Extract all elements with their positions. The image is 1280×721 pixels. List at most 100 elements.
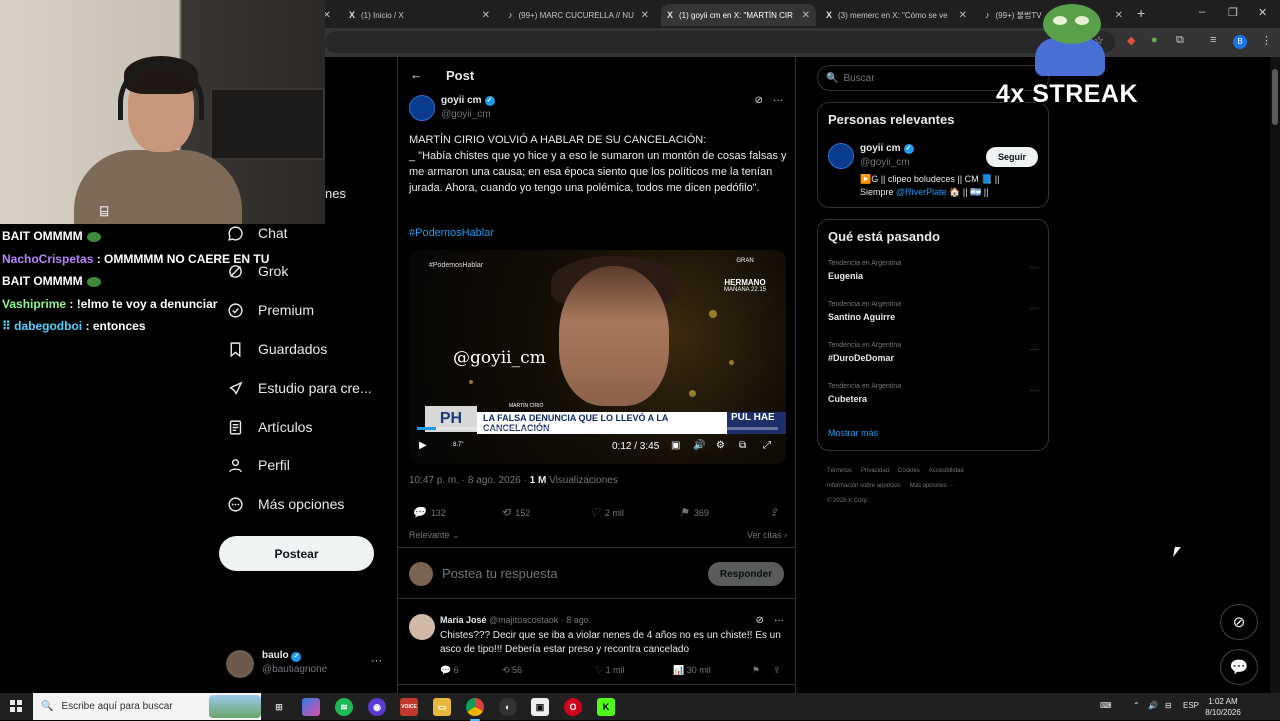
new-tab-button[interactable]: + bbox=[1137, 5, 1145, 21]
tab-close-icon[interactable]: ✕ bbox=[641, 10, 649, 21]
more-icon[interactable]: ··· bbox=[371, 655, 382, 667]
hashtag-link[interactable]: #PodemosHablar bbox=[409, 227, 494, 239]
chrome-icon[interactable] bbox=[466, 698, 484, 721]
grok-icon[interactable]: ⊘ bbox=[756, 615, 764, 626]
spotify-icon[interactable]: ≋ bbox=[335, 698, 353, 716]
footer-link[interactable]: Términos bbox=[827, 468, 852, 474]
sidebar-item-perfil[interactable]: Perfil bbox=[226, 450, 290, 480]
more-icon[interactable]: ··· bbox=[1029, 344, 1038, 354]
footer-link[interactable]: Información sobre anuncios bbox=[827, 483, 901, 489]
views-button[interactable]: 📊 30 mil bbox=[673, 665, 711, 676]
obs-icon[interactable]: ◐ bbox=[499, 698, 517, 716]
back-arrow-icon[interactable]: ← bbox=[410, 67, 423, 82]
extension-icon[interactable]: ● bbox=[1151, 34, 1158, 46]
messages-fab-button[interactable]: 💬 bbox=[1220, 649, 1258, 685]
avatar[interactable] bbox=[409, 614, 435, 640]
video-player[interactable]: #PodemosHablar GRAN HERMANO MAÑANA 22.15 @… bbox=[409, 250, 786, 464]
fullscreen-icon[interactable]: ⤢ bbox=[763, 440, 771, 451]
postear-button[interactable]: Postear bbox=[219, 536, 374, 571]
extension-icon[interactable]: ◆ bbox=[1127, 34, 1135, 47]
reading-list-icon[interactable]: ≡ bbox=[1210, 34, 1216, 46]
picture-in-picture-icon[interactable]: ⧉ bbox=[739, 440, 746, 451]
more-icon[interactable]: ··· bbox=[773, 95, 783, 106]
tab-tiktok[interactable]: ♪ (99+) MARC CUCURELLA // NU ✕ bbox=[502, 4, 655, 26]
taskbar-clock[interactable]: 1:02 AM 8/10/2026 bbox=[1196, 696, 1250, 718]
share-button[interactable]: ⇪ bbox=[769, 506, 778, 519]
account-switcher[interactable]: baulo ✓ @bautiagnone ··· bbox=[226, 647, 386, 681]
author-handle[interactable]: @goyii_cm bbox=[441, 109, 491, 120]
tab-close-icon[interactable]: ✕ bbox=[959, 10, 967, 21]
settings-gear-icon[interactable]: ⚙ bbox=[716, 440, 725, 451]
file-explorer-icon[interactable]: ▭ bbox=[433, 698, 451, 716]
tab-close-icon[interactable]: ✕ bbox=[482, 10, 490, 21]
avatar[interactable] bbox=[828, 143, 854, 169]
bookmark-button[interactable]: ⚑ 369 bbox=[679, 506, 709, 519]
trend-item[interactable]: Tendencia en Argentina Eugenia ··· bbox=[828, 260, 1040, 281]
repost-button[interactable]: ⟲ 152 bbox=[501, 506, 530, 519]
task-view-icon[interactable]: ⊞ bbox=[270, 698, 288, 716]
tab-memerc[interactable]: X (3) memerc en X: "Cómo se ve ✕ bbox=[820, 4, 973, 26]
sidebar-item-guardados[interactable]: Guardados bbox=[226, 334, 327, 364]
mention-link[interactable]: @RiverPlate bbox=[896, 187, 947, 197]
network-icon[interactable]: ⊟ bbox=[1165, 701, 1172, 710]
tab-partial[interactable]: ✕ bbox=[325, 4, 337, 26]
video-progress-bar[interactable] bbox=[417, 427, 778, 430]
taskbar-search-input[interactable]: 🔍 Escribe aquí para buscar bbox=[33, 693, 261, 720]
reply-post[interactable]: María José @majitoacostaok · 8 ago. ⊘ ···… bbox=[398, 605, 796, 685]
app-icon[interactable]: ▣ bbox=[531, 698, 549, 716]
keyboard-icon[interactable]: ⌨ bbox=[1100, 701, 1112, 710]
tab-close-icon[interactable]: ✕ bbox=[1115, 10, 1123, 21]
reply-button[interactable]: 💬 6 bbox=[440, 665, 459, 676]
windows-start-icon[interactable] bbox=[10, 700, 22, 712]
like-button[interactable]: ♡ 2 mil bbox=[590, 506, 624, 519]
page-scrollbar[interactable] bbox=[1270, 57, 1280, 693]
more-icon[interactable]: ··· bbox=[1029, 303, 1038, 313]
grok-fab-button[interactable]: ⊘ bbox=[1220, 604, 1258, 640]
trend-item[interactable]: Tendencia en Argentina Santino Aguirre ··· bbox=[828, 301, 1040, 322]
show-more-link[interactable]: Mostrar más bbox=[828, 428, 878, 438]
seguir-button[interactable]: Seguir bbox=[986, 147, 1038, 167]
author-name[interactable]: goyii cm ✓ bbox=[441, 95, 495, 106]
sidebar-item-mas-opciones[interactable]: Más opciones bbox=[226, 489, 344, 519]
footer-link[interactable]: Más opciones ··· bbox=[910, 483, 955, 489]
browser-menu-icon[interactable]: ⋮ bbox=[1261, 34, 1272, 47]
reply-button[interactable]: 💬 132 bbox=[412, 506, 446, 519]
author-avatar[interactable] bbox=[409, 95, 435, 121]
sidebar-item-estudio[interactable]: Estudio para cre... bbox=[226, 373, 372, 403]
person-handle[interactable]: @goyii_cm bbox=[860, 157, 910, 168]
tab-close-icon[interactable]: ✕ bbox=[325, 10, 331, 21]
volume-icon[interactable]: 🔊 bbox=[1148, 701, 1158, 710]
more-icon[interactable]: ··· bbox=[774, 615, 784, 626]
bookmark-icon[interactable]: ⚑ bbox=[752, 665, 760, 676]
trend-item[interactable]: Tendencia en Argentina Cubetera ··· bbox=[828, 383, 1040, 404]
volume-icon[interactable]: 🔊 bbox=[693, 440, 705, 451]
like-button[interactable]: ♡ 1 mil bbox=[595, 665, 625, 676]
view-quotes-link[interactable]: Ver citas › bbox=[747, 530, 787, 540]
extensions-puzzle-icon[interactable]: ⧉ bbox=[1176, 34, 1184, 47]
sidebar-item-articulos[interactable]: Artículos bbox=[226, 412, 312, 442]
captions-icon[interactable]: ▣ bbox=[671, 440, 680, 451]
footer-link[interactable]: Privacidad bbox=[861, 468, 889, 474]
tab-inicio[interactable]: X (1) Inicio / X ✕ bbox=[343, 4, 496, 26]
discord-icon[interactable]: ◉ bbox=[368, 698, 386, 716]
copilot-icon[interactable] bbox=[302, 698, 320, 716]
repost-button[interactable]: ⟲ 56 bbox=[502, 665, 522, 676]
sort-dropdown[interactable]: Relevante ⌄ bbox=[409, 530, 460, 540]
more-icon[interactable]: ··· bbox=[1029, 385, 1038, 395]
play-icon[interactable]: ▶ bbox=[419, 440, 427, 451]
scrollbar-thumb[interactable] bbox=[1272, 69, 1278, 125]
profile-avatar[interactable]: B bbox=[1233, 35, 1247, 49]
kick-icon[interactable]: K bbox=[597, 698, 615, 716]
person-name[interactable]: goyii cm ✓ bbox=[860, 143, 914, 154]
maximize-button[interactable]: ❐ bbox=[1228, 6, 1238, 19]
address-bar[interactable] bbox=[325, 31, 1115, 53]
responder-button[interactable]: Responder bbox=[708, 562, 784, 586]
reply-input[interactable]: Postea tu respuesta bbox=[442, 566, 558, 581]
share-icon[interactable]: ⇪ bbox=[773, 665, 781, 676]
close-window-button[interactable]: ✕ bbox=[1258, 6, 1267, 19]
footer-link[interactable]: Cookies bbox=[898, 468, 920, 474]
minimize-button[interactable]: – bbox=[1199, 6, 1205, 18]
tab-close-icon[interactable]: ✕ bbox=[802, 10, 810, 21]
grok-icon[interactable]: ⊘ bbox=[755, 95, 763, 106]
app-icon[interactable]: VOICE bbox=[400, 698, 418, 716]
